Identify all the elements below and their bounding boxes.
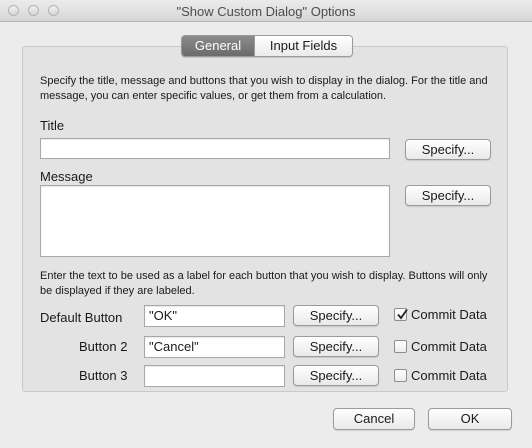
buttons-intro-text: Enter the text to be used as a label for… xyxy=(40,270,488,297)
window-title: "Show Custom Dialog" Options xyxy=(176,4,356,19)
button-2-commit-checkbox[interactable] xyxy=(394,340,407,353)
checkmark-icon xyxy=(397,308,408,320)
button-2-input[interactable]: "Cancel" xyxy=(144,336,285,358)
button-2-commit-label: Commit Data xyxy=(411,339,487,354)
message-specify-button[interactable]: Specify... xyxy=(405,185,491,206)
button-3-specify-button[interactable]: Specify... xyxy=(293,365,379,386)
button-2-label: Button 2 xyxy=(79,339,128,354)
button-3-commit-checkbox[interactable] xyxy=(394,369,407,382)
title-input[interactable] xyxy=(40,138,390,159)
default-button-commit-checkbox[interactable] xyxy=(394,308,408,321)
message-textarea[interactable] xyxy=(40,185,390,257)
default-button-commit-label: Commit Data xyxy=(411,307,487,322)
cancel-button[interactable]: Cancel xyxy=(333,408,415,430)
tab-general[interactable]: General xyxy=(182,36,254,56)
button-3-input[interactable] xyxy=(144,365,285,387)
default-button-label: Default Button xyxy=(40,310,123,325)
title-specify-button[interactable]: Specify... xyxy=(405,139,491,160)
message-label: Message xyxy=(40,169,93,184)
default-button-input[interactable]: "OK" xyxy=(144,305,285,327)
button-3-label: Button 3 xyxy=(79,368,128,383)
button-3-commit-label: Commit Data xyxy=(411,368,487,383)
window-titlebar: "Show Custom Dialog" Options xyxy=(0,0,532,22)
tab-bar: General Input Fields xyxy=(181,35,353,57)
default-button-specify-button[interactable]: Specify... xyxy=(293,305,379,326)
tab-input-fields[interactable]: Input Fields xyxy=(254,36,352,56)
ok-button[interactable]: OK xyxy=(428,408,512,430)
general-intro-text: Specify the title, message and buttons t… xyxy=(40,75,488,102)
button-2-specify-button[interactable]: Specify... xyxy=(293,336,379,357)
title-label: Title xyxy=(40,118,65,133)
